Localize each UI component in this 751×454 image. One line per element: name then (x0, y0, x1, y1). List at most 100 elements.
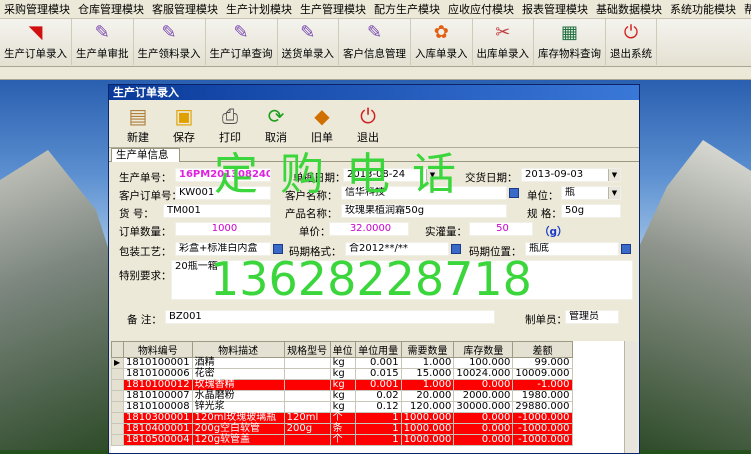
row-indicator[interactable] (111, 401, 124, 413)
window-button-1[interactable]: ▣ 保存 (161, 100, 207, 147)
table-cell[interactable]: 120g软管盖 (191, 434, 285, 446)
table-cell[interactable]: 1 (354, 412, 402, 424)
toolbar-button-0[interactable]: ◥ 生产订单录入 (0, 19, 72, 65)
table-cell[interactable]: 30000.000 (453, 401, 514, 413)
table-cell[interactable]: 1 (354, 434, 402, 446)
row-indicator[interactable]: ▶ (111, 357, 124, 369)
toolbar-button-3[interactable]: ✎ 生产订单查询 (206, 19, 278, 65)
toolbar-button-2[interactable]: ✎ 生产领料录入 (134, 19, 206, 65)
column-header[interactable]: 单位用量 (354, 341, 402, 358)
toolbar-button-1[interactable]: ✎ 生产单审批 (72, 19, 134, 65)
code-position-field[interactable]: 瓶底 (525, 242, 619, 256)
customer-lookup-icon[interactable] (509, 188, 519, 198)
menu-item-10[interactable]: 帮助 (740, 1, 751, 17)
table-cell[interactable]: 1000.000 (400, 434, 455, 446)
menu-item-8[interactable]: 基础数据模块 (592, 1, 666, 17)
toolbar-button-5[interactable]: ✎ 客户信息管理 (339, 19, 411, 65)
table-row[interactable]: ▶ 1810100001 酒精 kg 0.001 1.000 100.000 99.000 (111, 357, 573, 369)
table-row[interactable]: 1810100008 锌光浆 kg 0.12 120.000 30000.000 29880… (111, 401, 573, 413)
table-cell[interactable]: 120ml (283, 412, 331, 424)
table-cell[interactable]: 1000.000 (400, 423, 455, 435)
window-button-4[interactable]: ◆ 旧单 (299, 100, 345, 147)
table-cell[interactable]: 99.000 (512, 357, 573, 369)
table-cell[interactable]: -1000.000 (512, 423, 573, 435)
menu-item-3[interactable]: 生产计划模块 (222, 1, 296, 17)
customer-field[interactable]: 信华科技 (341, 186, 507, 200)
table-cell[interactable]: kg (329, 390, 356, 402)
table-cell[interactable]: 120ml玫瑰玻璃瓶 (191, 412, 285, 424)
toolbar-button-4[interactable]: ✎ 送货单录入 (278, 19, 339, 65)
grid-scrollbar[interactable] (624, 341, 637, 453)
window-button-3[interactable]: ⟳ 取消 (253, 100, 299, 147)
column-header[interactable]: 规格型号 (283, 341, 331, 358)
cust-order-field[interactable]: KW001 (175, 186, 271, 200)
code-position-lookup-icon[interactable] (621, 244, 631, 254)
table-cell[interactable] (283, 401, 331, 413)
table-cell[interactable]: 1810100001 (123, 357, 193, 369)
table-cell[interactable] (283, 390, 331, 402)
menu-item-5[interactable]: 配方生产模块 (370, 1, 444, 17)
code-format-field[interactable]: 合2012**/** (345, 242, 449, 256)
table-cell[interactable]: kg (329, 357, 356, 369)
toolbar-button-6[interactable]: ✿ 入库单录入 (411, 19, 473, 65)
table-cell[interactable]: 1 (354, 423, 402, 435)
table-cell[interactable]: 0.000 (453, 434, 514, 446)
table-row[interactable]: 1810100006 花密 kg 0.015 15.000 10024.000 10009.… (111, 368, 573, 380)
table-cell[interactable]: 0.12 (354, 401, 402, 413)
table-cell[interactable]: 花密 (191, 368, 285, 380)
table-cell[interactable]: 0.000 (453, 423, 514, 435)
table-cell[interactable]: 1810100007 (123, 390, 193, 402)
table-cell[interactable]: 水晶磨粉 (191, 390, 285, 402)
window-button-5[interactable]: ⏻ 退出 (345, 100, 391, 147)
menu-item-0[interactable]: 采购管理模块 (0, 1, 74, 17)
pack-field[interactable]: 彩盒+标准白内盒 (175, 242, 271, 256)
code-format-lookup-icon[interactable] (451, 244, 461, 254)
row-indicator[interactable] (111, 379, 124, 391)
menu-item-7[interactable]: 报表管理模块 (518, 1, 592, 17)
table-cell[interactable]: 1810100012 (123, 379, 193, 391)
row-indicator[interactable] (111, 368, 124, 380)
unit-field[interactable]: 瓶 (561, 186, 621, 200)
row-indicator[interactable] (111, 412, 124, 424)
table-cell[interactable]: 0.015 (354, 368, 402, 380)
table-cell[interactable]: 1000.000 (400, 412, 455, 424)
table-cell[interactable]: 0.000 (453, 412, 514, 424)
table-cell[interactable]: 0.000 (453, 379, 514, 391)
window-button-2[interactable]: ⎙ 打印 (207, 100, 253, 147)
table-cell[interactable]: 200g (283, 423, 331, 435)
table-cell[interactable]: -1000.000 (512, 412, 573, 424)
table-cell[interactable] (283, 379, 331, 391)
table-row[interactable]: 1810500004 120g软管盖 个 1 1000.000 0.000 -1000.00… (111, 434, 573, 446)
table-cell[interactable]: 10024.000 (453, 368, 514, 380)
table-cell[interactable]: -1000.000 (512, 434, 573, 446)
table-cell[interactable]: kg (329, 401, 356, 413)
table-cell[interactable]: 1810100006 (123, 368, 193, 380)
delivery-date-field[interactable]: 2013-09-03 (521, 168, 621, 182)
remark-field[interactable]: BZ001 (165, 310, 495, 324)
table-cell[interactable]: 1.000 (400, 357, 455, 369)
table-row[interactable]: 1810100012 玫瑰香精 kg 0.001 1.000 0.000 -1.000 (111, 379, 573, 391)
table-cell[interactable]: 个 (329, 434, 356, 446)
maker-field[interactable]: 管理员 (565, 310, 619, 324)
menu-item-1[interactable]: 仓库管理模块 (74, 1, 148, 17)
table-cell[interactable]: 20.000 (400, 390, 455, 402)
table-cell[interactable]: 个 (329, 412, 356, 424)
toolbar-button-7[interactable]: ✂ 出库单录入 (473, 19, 534, 65)
column-header[interactable]: 需要数量 (400, 341, 455, 358)
order-no-field[interactable]: 16PM20130824001 (175, 168, 271, 182)
table-cell[interactable] (283, 434, 331, 446)
table-cell[interactable]: 100.000 (453, 357, 514, 369)
table-cell[interactable]: 0.02 (354, 390, 402, 402)
table-cell[interactable]: 1.000 (400, 379, 455, 391)
menu-item-4[interactable]: 生产管理模块 (296, 1, 370, 17)
price-field[interactable]: 32.0000 (329, 222, 409, 236)
table-cell[interactable] (283, 368, 331, 380)
requirement-textarea[interactable]: 20瓶一箱 (171, 260, 633, 300)
window-button-0[interactable]: ▤ 新建 (115, 100, 161, 147)
table-cell[interactable]: 15.000 (400, 368, 455, 380)
product-field[interactable]: 玫瑰果植润霜50g (341, 204, 507, 218)
column-header[interactable]: 库存数量 (453, 341, 514, 358)
toolbar-button-9[interactable]: ⏻ 退出系统 (606, 19, 657, 65)
table-cell[interactable]: kg (329, 379, 356, 391)
toolbar-button-8[interactable]: ▦ 库存物料查询 (534, 19, 606, 65)
